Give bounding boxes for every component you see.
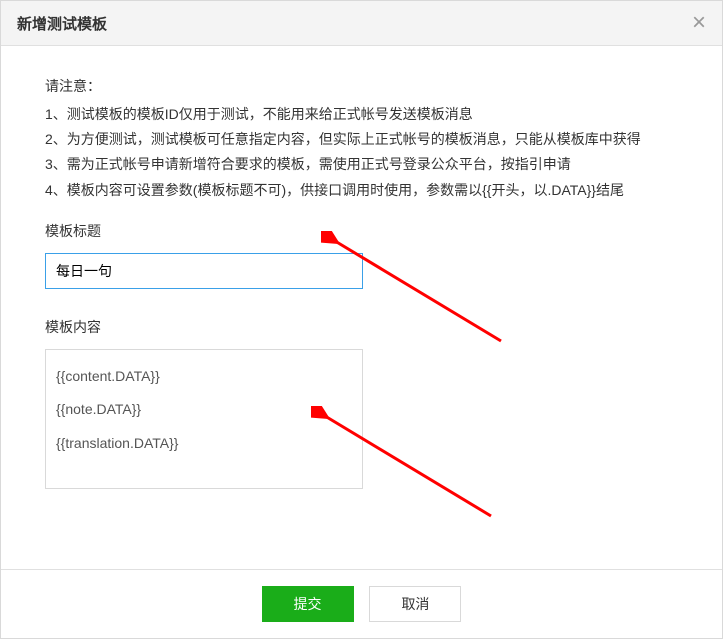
notice-item: 1、测试模板的模板ID仅用于测试，不能用来给正式帐号发送模板消息 xyxy=(45,102,678,127)
notice-item: 4、模板内容可设置参数(模板标题不可)，供接口调用时使用，参数需以{{开头，以.… xyxy=(45,178,678,203)
notice-item: 3、需为正式帐号申请新增符合要求的模板，需使用正式号登录公众平台，按指引申请 xyxy=(45,152,678,177)
dialog-header: 新增测试模板 × xyxy=(1,1,722,46)
title-label: 模板标题 xyxy=(45,221,678,241)
notice-list: 1、测试模板的模板ID仅用于测试，不能用来给正式帐号发送模板消息 2、为方便测试… xyxy=(45,102,678,203)
close-button[interactable]: × xyxy=(692,11,706,35)
dialog-title: 新增测试模板 xyxy=(17,13,107,34)
dialog-body: 请注意： 1、测试模板的模板ID仅用于测试，不能用来给正式帐号发送模板消息 2、… xyxy=(1,46,722,569)
notice-title: 请注意： xyxy=(45,76,678,96)
template-content-textarea[interactable] xyxy=(45,349,363,489)
cancel-button[interactable]: 取消 xyxy=(369,586,461,622)
dialog-footer: 提交 取消 xyxy=(1,569,722,638)
submit-button[interactable]: 提交 xyxy=(262,586,354,622)
template-title-input[interactable] xyxy=(45,253,363,289)
content-label: 模板内容 xyxy=(45,317,678,337)
dialog: 新增测试模板 × 请注意： 1、测试模板的模板ID仅用于测试，不能用来给正式帐号… xyxy=(0,0,723,639)
notice-item: 2、为方便测试，测试模板可任意指定内容，但实际上正式帐号的模板消息，只能从模板库… xyxy=(45,127,678,152)
